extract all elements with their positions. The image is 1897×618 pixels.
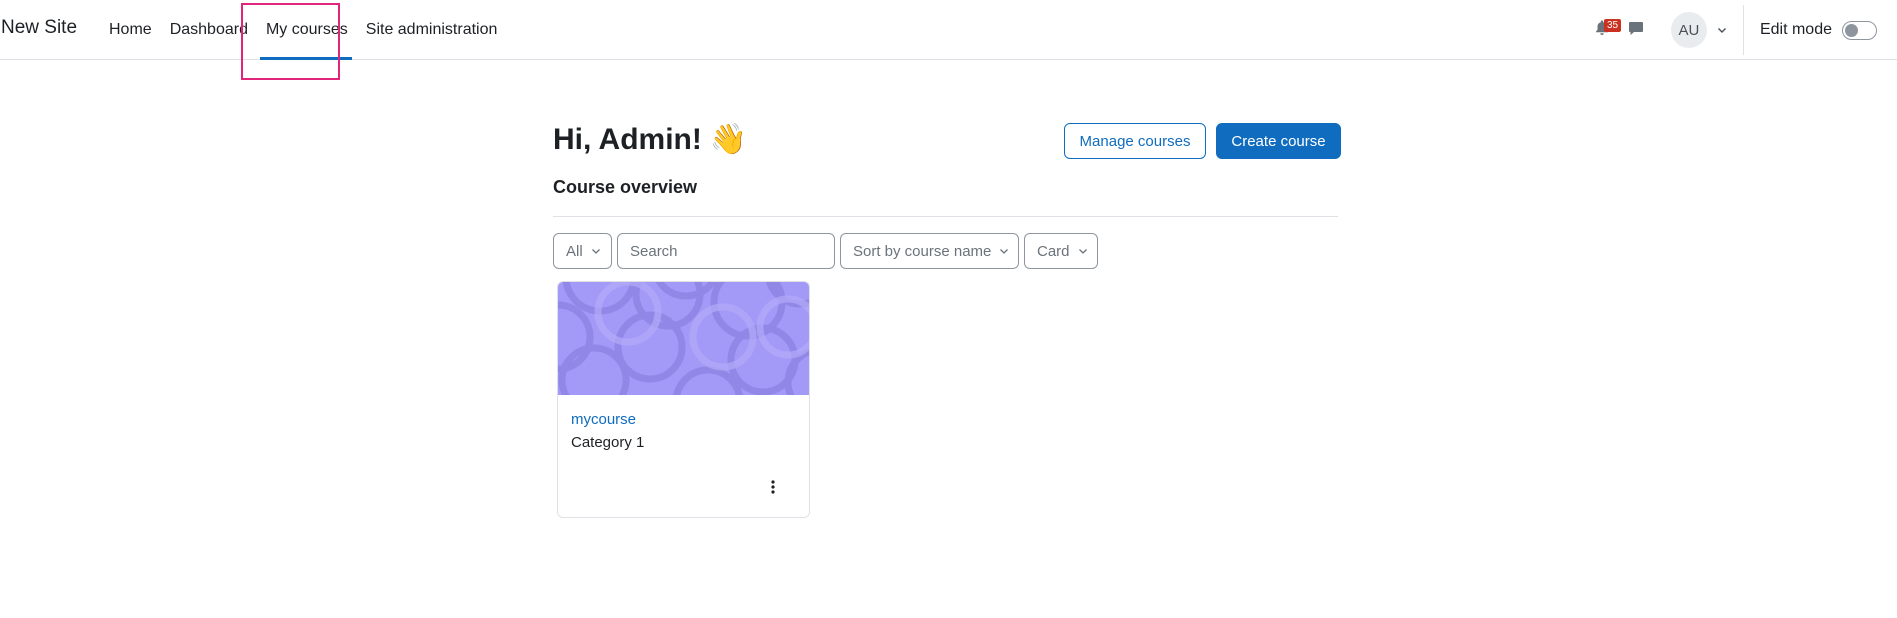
nav-item-site-administration[interactable]: Site administration <box>357 0 507 60</box>
section-title: Course overview <box>553 177 698 197</box>
toggle-knob <box>1845 23 1858 37</box>
course-category: Category 1 <box>571 434 645 451</box>
create-course-button[interactable]: Create course <box>1216 123 1341 159</box>
edit-mode-label: Edit mode <box>1759 21 1832 38</box>
view-value: Card <box>1037 242 1070 260</box>
sort-dropdown[interactable]: Sort by course name <box>840 233 1019 269</box>
user-navigation: 35 AU Edit mode <box>1585 0 1897 60</box>
edit-mode-control: Edit mode <box>1759 20 1877 40</box>
course-image[interactable] <box>558 282 809 395</box>
nav-item-dashboard[interactable]: Dashboard <box>161 0 257 60</box>
course-filters: All Sort by course name Card <box>553 233 1098 269</box>
section-divider <box>553 216 1338 217</box>
chevron-down-icon <box>591 246 601 256</box>
edit-mode-toggle[interactable] <box>1842 20 1877 40</box>
chat-icon <box>1628 20 1644 41</box>
navbar-divider <box>1742 5 1744 55</box>
course-card-body: mycourse Category 1 <box>558 395 809 467</box>
nav-item-home[interactable]: Home <box>100 0 161 60</box>
kebab-menu-icon <box>771 479 775 499</box>
notifications-button[interactable]: 35 <box>1585 13 1622 47</box>
course-name-link[interactable]: mycourse <box>571 411 796 428</box>
chevron-down-icon <box>1078 246 1088 256</box>
grouping-value: All <box>566 242 583 260</box>
user-menu-toggle[interactable]: AU <box>1670 12 1727 48</box>
nav-item-my-courses[interactable]: My courses <box>257 0 357 60</box>
course-search-input[interactable] <box>617 233 835 269</box>
waving-hand-icon: 👋 <box>709 123 748 156</box>
view-dropdown[interactable]: Card <box>1024 233 1098 269</box>
sort-value: Sort by course name <box>853 242 992 260</box>
site-name-link[interactable]: New Site <box>1 17 77 39</box>
top-navbar: New Site Home Dashboard My courses Site … <box>0 0 1897 80</box>
grouping-dropdown[interactable]: All <box>553 233 612 269</box>
page-title: Hi, Admin! 👋 <box>553 122 747 157</box>
chevron-down-icon <box>999 246 1009 256</box>
avatar: AU <box>1670 12 1707 48</box>
course-card: mycourse Category 1 <box>557 281 810 518</box>
messages-button[interactable] <box>1619 13 1653 47</box>
chevron-down-icon <box>1717 25 1727 35</box>
course-actions-menu-button[interactable] <box>763 477 783 501</box>
header-actions: Manage courses Create course <box>1064 123 1341 159</box>
manage-courses-button[interactable]: Manage courses <box>1064 123 1206 159</box>
greeting-text: Hi, Admin! <box>553 123 702 156</box>
primary-navigation: Home Dashboard My courses Site administr… <box>100 0 506 60</box>
